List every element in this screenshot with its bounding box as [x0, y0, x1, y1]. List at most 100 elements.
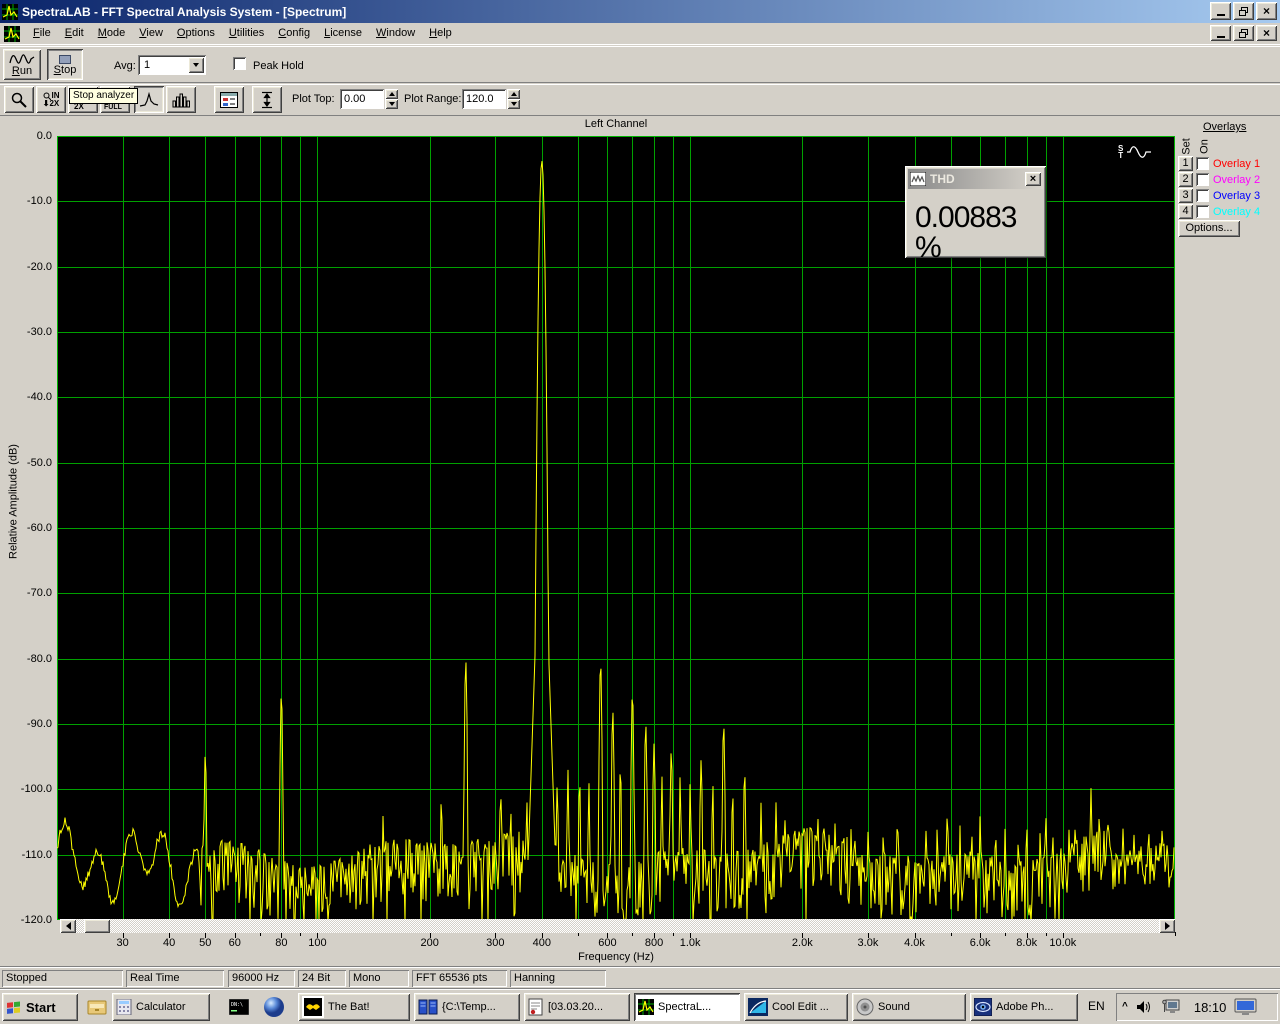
taskbar-button-adobe-ph[interactable]: Adobe Ph...: [970, 993, 1078, 1021]
spectrum-client-area: Left Channel Relative Amplitude (dB) ST …: [0, 115, 1280, 966]
thebat-icon: [302, 996, 324, 1018]
start-button[interactable]: Start: [2, 993, 78, 1021]
commander-icon: [418, 998, 438, 1016]
run-button[interactable]: Run: [3, 49, 41, 80]
sound-icon: [856, 998, 874, 1016]
menu-edit[interactable]: Edit: [58, 24, 91, 43]
hide-tray-icons-arrow[interactable]: ^: [1122, 1002, 1128, 1012]
overlays-options-label: Options...: [1185, 223, 1232, 234]
overlay-set-button-2[interactable]: 2: [1178, 172, 1193, 187]
x-tick-400: 400: [517, 938, 567, 949]
menu-utilities[interactable]: Utilities: [222, 24, 271, 43]
taskbar-button-spectral[interactable]: SpectraL...: [634, 993, 740, 1021]
quicklaunch-globe-icon[interactable]: [258, 995, 290, 1019]
taskbar-button-sound[interactable]: Sound: [852, 993, 966, 1021]
x-axis-label: Frequency (Hz): [57, 952, 1175, 963]
avg-dropdown-arrow[interactable]: [188, 57, 204, 73]
spectrum-view-button[interactable]: [134, 86, 164, 113]
x-tickmark: [1175, 932, 1176, 936]
status-hanning: Hanning: [510, 970, 606, 987]
taskbar-button-03-03-20[interactable]: [03.03.20...: [524, 993, 630, 1021]
y-tick--100.0: -100.0: [2, 784, 52, 795]
plot-title: Left Channel: [57, 119, 1175, 130]
thd-window-title: THD: [930, 173, 1025, 185]
mdi-close-button[interactable]: ×: [1256, 25, 1277, 41]
x-tick-2.0k: 2.0k: [777, 938, 827, 949]
app-icon: [2, 4, 18, 20]
window-title: SpectraLAB - FFT Spectral Analysis Syste…: [22, 6, 346, 18]
menu-mode[interactable]: Mode: [91, 24, 133, 43]
x-tick-4.0k: 4.0k: [890, 938, 940, 949]
bar-display-button[interactable]: [166, 86, 196, 113]
taskbar-button-the-bat[interactable]: The Bat!: [298, 993, 410, 1021]
avg-combobox[interactable]: 1: [138, 55, 206, 75]
taskbar-button-cool-edit[interactable]: Cool Edit ...: [744, 993, 848, 1021]
start-label: Start: [26, 1001, 56, 1014]
taskbar-button-label: The Bat!: [328, 1002, 370, 1013]
status-real-time: Real Time: [126, 970, 224, 987]
settings-dialog-button[interactable]: [214, 86, 244, 113]
y-tick--110.0: -110.0: [2, 850, 52, 861]
menu-window[interactable]: Window: [369, 24, 422, 43]
menu-view[interactable]: View: [132, 24, 170, 43]
peak-hold-checkbox[interactable]: [233, 57, 246, 70]
quicklaunch-console-icon[interactable]: DN:\: [227, 995, 251, 1019]
thd-title-bar[interactable]: THD ×: [908, 169, 1043, 189]
language-indicator[interactable]: EN: [1088, 1000, 1105, 1012]
zoom-tool-button[interactable]: [4, 86, 34, 113]
frequency-scrollbar[interactable]: [60, 919, 1175, 933]
overlay-set-button-1[interactable]: 1: [1178, 156, 1193, 171]
zoom-full-text: FULL: [104, 104, 122, 111]
quicklaunch-desktop-folder-icon[interactable]: [86, 995, 108, 1019]
x-tick-1.0k: 1.0k: [665, 938, 715, 949]
mdi-minimize-button[interactable]: [1210, 25, 1231, 41]
volume-tray-icon[interactable]: [1136, 1000, 1154, 1014]
zoom-in-2x-button[interactable]: IN ⬇2X: [36, 86, 66, 113]
overlay-set-button-4[interactable]: 4: [1178, 204, 1193, 219]
thd-close-button[interactable]: ×: [1025, 172, 1041, 186]
display-tray-icon[interactable]: [1234, 998, 1258, 1016]
scroll-right-arrow[interactable]: [1159, 919, 1175, 933]
taskbar-button-label: SpectraL...: [658, 1002, 711, 1013]
plot-range-value: 120.0: [466, 94, 494, 105]
amplitude-range-button[interactable]: [252, 86, 282, 113]
scroll-left-arrow[interactable]: [60, 919, 76, 933]
menu-file[interactable]: File: [26, 24, 58, 43]
thd-window[interactable]: THD × 0.00883 %: [905, 166, 1046, 258]
mdi-restore-button[interactable]: [1233, 25, 1254, 41]
overlay-on-checkbox-4[interactable]: [1196, 205, 1209, 218]
network-tray-icon[interactable]: [1162, 999, 1182, 1015]
taskbar: Start Calculator DN:\ The Bat! {C:\Temp...[…: [0, 988, 1280, 1024]
taskbar-clock[interactable]: 18:10: [1194, 1001, 1227, 1014]
plot-top-spinner[interactable]: [385, 89, 398, 109]
menu-config[interactable]: Config: [271, 24, 317, 43]
overlay-on-checkbox-1[interactable]: [1196, 157, 1209, 170]
overlay-on-checkbox-2[interactable]: [1196, 173, 1209, 186]
overlay-on-checkbox-3[interactable]: [1196, 189, 1209, 202]
document-window-icon: [4, 26, 20, 42]
system-tray: ^ 18:10: [1116, 993, 1278, 1021]
menu-help[interactable]: Help: [422, 24, 459, 43]
transport-toolbar: Run Stop Avg: 1 Peak Hold: [0, 46, 1280, 83]
plot-range-input[interactable]: 120.0: [462, 89, 506, 109]
status-96000-hz: 96000 Hz: [228, 970, 295, 987]
taskbar-button-label: Sound: [878, 1002, 910, 1013]
menu-options[interactable]: Options: [170, 24, 222, 43]
taskbar-button-calculator[interactable]: Calculator: [112, 993, 210, 1021]
restore-button[interactable]: [1233, 2, 1254, 20]
plot-top-input[interactable]: 0.00: [340, 89, 384, 109]
minimize-button[interactable]: [1210, 2, 1231, 20]
scrollbar-thumb[interactable]: [84, 919, 110, 933]
signal-type-badge[interactable]: ST: [1118, 144, 1152, 160]
menu-license[interactable]: License: [317, 24, 369, 43]
plot-range-spinner[interactable]: [507, 89, 520, 109]
thd-meter-icon: [910, 172, 926, 186]
close-button[interactable]: ×: [1256, 2, 1277, 20]
overlays-options-button[interactable]: Options...: [1178, 220, 1240, 237]
taskbar-button-c-temp[interactable]: {C:\Temp...: [414, 993, 520, 1021]
x-tick-200: 200: [405, 938, 455, 949]
overlay-label-1: Overlay 1: [1213, 159, 1260, 170]
stop-button[interactable]: Stop: [47, 49, 83, 80]
x-tick-60: 60: [210, 938, 260, 949]
overlay-set-button-3[interactable]: 3: [1178, 188, 1193, 203]
